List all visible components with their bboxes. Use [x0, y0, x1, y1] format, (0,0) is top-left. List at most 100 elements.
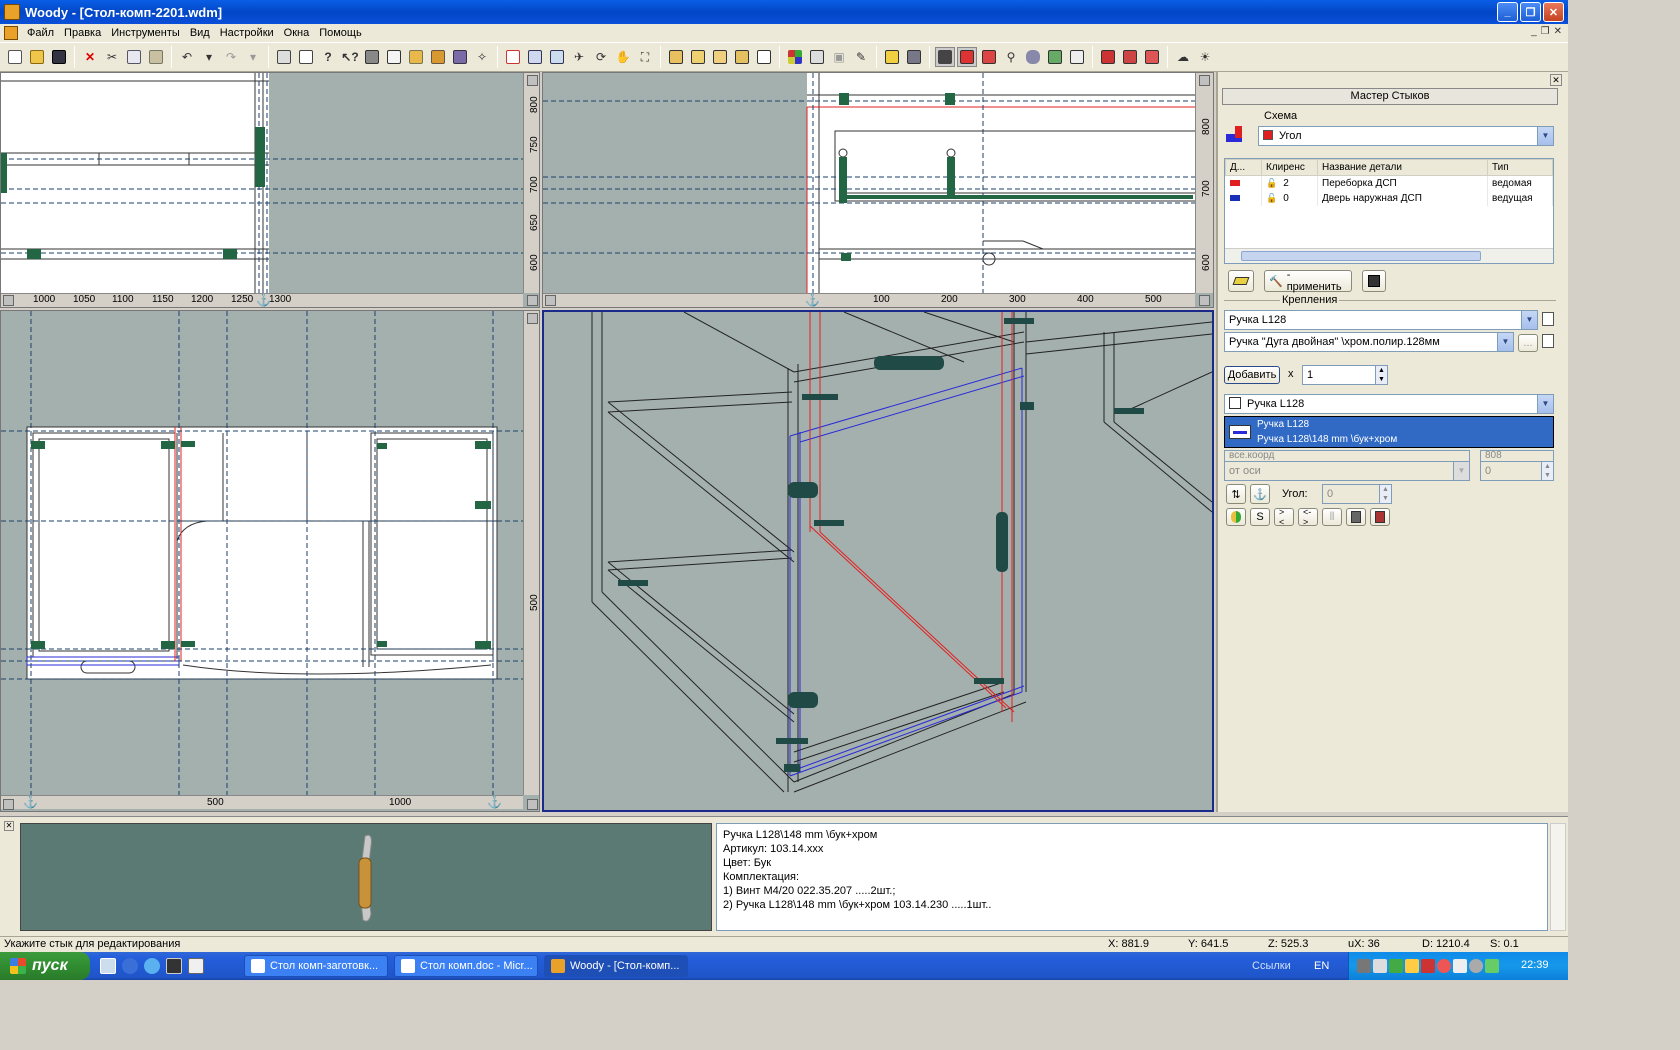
- mdi-close-button[interactable]: ✕: [1554, 26, 1562, 37]
- viewport-corner-icon[interactable]: [3, 799, 14, 810]
- selected-fastening-select[interactable]: Ручка L128 ▼: [1224, 394, 1554, 414]
- viewport-corner-icon[interactable]: [1199, 75, 1210, 86]
- viewport-3d[interactable]: [542, 310, 1214, 812]
- more-button[interactable]: ...: [1518, 334, 1538, 352]
- copy-icon[interactable]: [124, 47, 144, 67]
- viewport-corner-icon[interactable]: [527, 799, 538, 810]
- menu-help[interactable]: Помощь: [314, 27, 367, 39]
- panel-close-button[interactable]: ✕: [1550, 74, 1562, 86]
- start-button[interactable]: пуск: [0, 952, 90, 980]
- box-icon[interactable]: [807, 47, 827, 67]
- column-header-type[interactable]: Тип: [1487, 159, 1553, 176]
- eraser-button[interactable]: [1228, 270, 1254, 292]
- save-joint-button[interactable]: [1362, 270, 1386, 292]
- anchor-icon[interactable]: ⚓: [23, 795, 38, 809]
- terminal-icon[interactable]: [166, 958, 182, 974]
- undo-list-icon[interactable]: ▾: [199, 47, 219, 67]
- task-button[interactable]: Стол комп-заготовк...: [244, 955, 388, 977]
- redo-list-icon[interactable]: ▾: [243, 47, 263, 67]
- viewport-corner-icon[interactable]: [527, 295, 538, 306]
- fastener-icon[interactable]: [935, 47, 955, 67]
- export-icon[interactable]: [882, 47, 902, 67]
- tray-device-icon[interactable]: [1453, 959, 1467, 973]
- paste-icon[interactable]: [146, 47, 166, 67]
- cut-icon[interactable]: ✂: [102, 47, 122, 67]
- select-icon[interactable]: [503, 47, 523, 67]
- volume-icon[interactable]: [1373, 959, 1387, 973]
- menu-file[interactable]: Файл: [22, 27, 59, 39]
- menu-settings[interactable]: Настройки: [215, 27, 279, 39]
- pan-hand-icon[interactable]: ✋: [613, 47, 633, 67]
- fastening-preview[interactable]: [20, 823, 712, 931]
- assembly-icon[interactable]: [904, 47, 924, 67]
- list-item[interactable]: Ручка L128: [1257, 419, 1309, 430]
- cube-icon[interactable]: ▣: [829, 47, 849, 67]
- redo-icon[interactable]: ↷: [221, 47, 241, 67]
- new-file-icon[interactable]: [5, 47, 25, 67]
- viewport-corner-icon[interactable]: [545, 295, 556, 306]
- menu-windows[interactable]: Окна: [279, 27, 315, 39]
- drawer-icon[interactable]: [732, 47, 752, 67]
- light-icon[interactable]: ☁: [1173, 47, 1193, 67]
- mdi-restore-button[interactable]: ❐: [1541, 26, 1550, 37]
- palette-icon[interactable]: [785, 47, 805, 67]
- table-row[interactable]: 🔓 2 Переборка ДСП ведомая: [1225, 175, 1553, 191]
- fastening-model-select[interactable]: Ручка "Дуга двойная" \хром.полир.128мм ▼: [1224, 332, 1514, 352]
- expand-button[interactable]: <->: [1298, 507, 1318, 527]
- horizontal-scrollbar[interactable]: [1225, 248, 1553, 263]
- anchor-icon[interactable]: ⚓: [256, 293, 271, 307]
- count-input[interactable]: 1 ▲ ▼: [1302, 365, 1388, 385]
- task-button-active[interactable]: Woody - [Стол-комп...: [544, 955, 688, 977]
- network-icon[interactable]: [122, 958, 138, 974]
- mdi-minimize-button[interactable]: _: [1531, 26, 1537, 37]
- cylinder-icon[interactable]: [1023, 47, 1043, 67]
- column-header-part-name[interactable]: Название детали: [1317, 159, 1488, 176]
- menu-view[interactable]: Вид: [185, 27, 215, 39]
- zoom-window-icon[interactable]: [525, 47, 545, 67]
- layers-icon[interactable]: [406, 47, 426, 67]
- collapse-button[interactable]: ><: [1274, 507, 1294, 527]
- list-icon[interactable]: [384, 47, 404, 67]
- show-desktop-icon[interactable]: [100, 958, 116, 974]
- anchor-icon[interactable]: ⚓: [487, 795, 502, 809]
- info-scrollbar[interactable]: [1550, 823, 1566, 931]
- maximize-button[interactable]: ❐: [1520, 2, 1541, 22]
- zoom-icon[interactable]: [547, 47, 567, 67]
- tray-network-icon[interactable]: [1357, 959, 1371, 973]
- delete-icon[interactable]: ✕: [80, 47, 100, 67]
- tray-status-icon[interactable]: [1485, 959, 1499, 973]
- flip-button[interactable]: ⇅: [1226, 484, 1246, 504]
- column-header-d[interactable]: Д...: [1225, 159, 1262, 176]
- pin-icon[interactable]: ⚲: [1001, 47, 1021, 67]
- tray-app-icon[interactable]: [1389, 959, 1403, 973]
- help-icon[interactable]: ?: [318, 47, 338, 67]
- globe-button[interactable]: [1226, 508, 1246, 526]
- internet-explorer-icon[interactable]: [144, 958, 160, 974]
- blocks-icon[interactable]: [1045, 47, 1065, 67]
- context-help-icon[interactable]: ↖?: [340, 47, 360, 67]
- list-icon[interactable]: [1542, 312, 1554, 326]
- align-icon[interactable]: [1067, 47, 1087, 67]
- library-icon[interactable]: [362, 47, 382, 67]
- schema-select[interactable]: Угол ▼: [1258, 126, 1554, 146]
- notepad-icon[interactable]: [188, 958, 204, 974]
- menu-edit[interactable]: Правка: [59, 27, 106, 39]
- print-preview-icon[interactable]: [296, 47, 316, 67]
- viewport-corner-icon[interactable]: [1199, 295, 1210, 306]
- close-icon[interactable]: ✕: [4, 821, 14, 831]
- task-button[interactable]: Стол комп.doc - Micr...: [394, 955, 538, 977]
- apply-button[interactable]: 🔨 - применить: [1264, 269, 1352, 293]
- language-indicator[interactable]: EN: [1314, 960, 1329, 972]
- fastening-dropdown-list[interactable]: Ручка L128 Ручка L128\148 mm \бук+хром: [1224, 416, 1554, 448]
- column-header-clearance[interactable]: Клиренс: [1261, 159, 1318, 176]
- open-folder-icon[interactable]: [27, 47, 47, 67]
- close-button[interactable]: ✕: [1543, 2, 1564, 22]
- viewport-top-left[interactable]: 1000 1050 1100 1150 1200 1250 1300 800 7…: [0, 72, 540, 308]
- chevron-down-icon[interactable]: ▼: [1537, 395, 1553, 413]
- calculator-button[interactable]: [1346, 508, 1366, 526]
- tray-security-icon[interactable]: [1421, 959, 1435, 973]
- lock-icon[interactable]: 🔓: [1266, 178, 1277, 188]
- viewport-corner-icon[interactable]: [527, 313, 538, 324]
- clock[interactable]: 22:39: [1521, 959, 1549, 971]
- panel-icon[interactable]: [666, 47, 686, 67]
